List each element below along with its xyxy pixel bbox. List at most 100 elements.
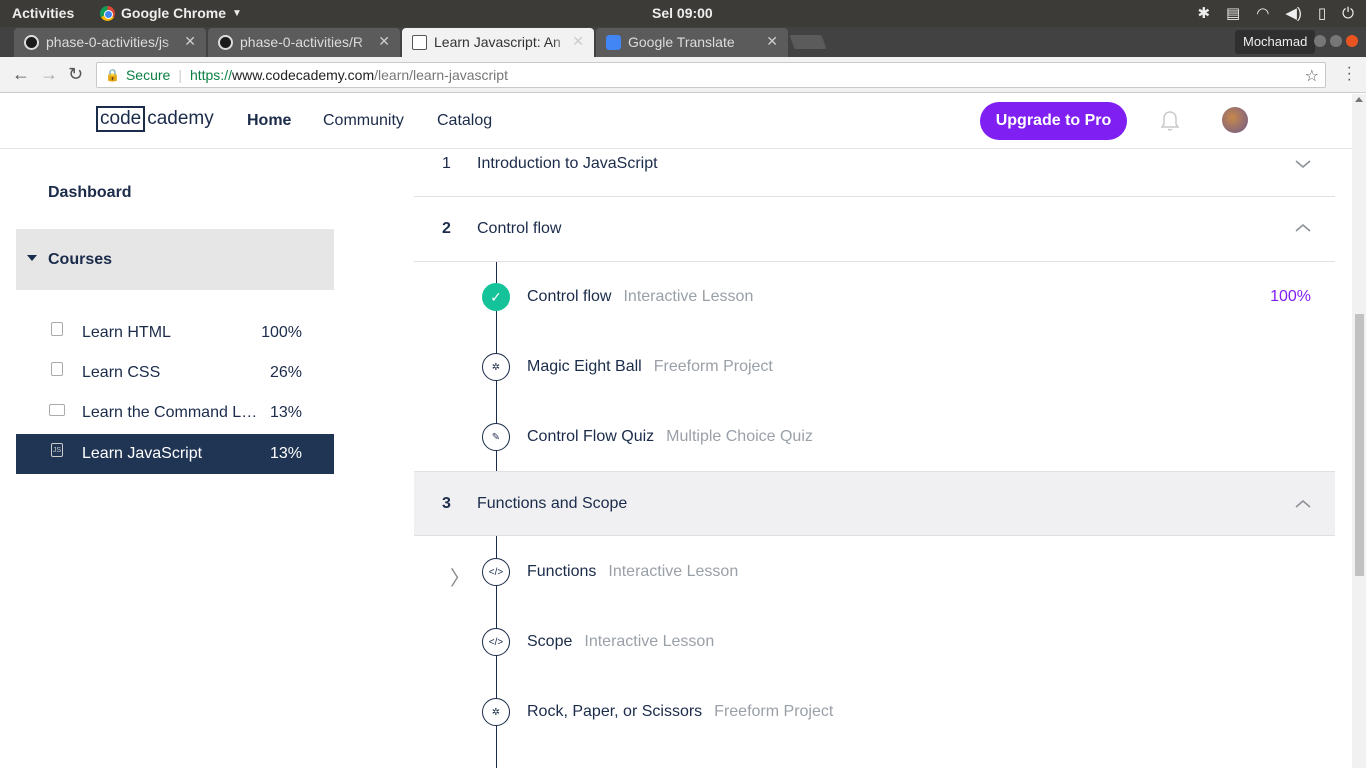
browser-tab-2[interactable]: phase-0-activities/R ✕	[208, 28, 400, 57]
url-domain: www.codecademy.com	[231, 67, 375, 83]
lesson-row[interactable]: ✲ Magic Eight Ball Freeform Project	[414, 347, 1335, 387]
lesson-row[interactable]: </> Scope Interactive Lesson	[414, 622, 1335, 662]
scroll-up-arrow-icon[interactable]	[1355, 97, 1363, 102]
quiz-icon: ✎	[482, 423, 510, 451]
js-course-icon: JS	[51, 443, 63, 457]
bookmark-star-icon[interactable]: ☆	[1305, 66, 1319, 86]
nav-home[interactable]: Home	[247, 112, 291, 130]
activities-button[interactable]: Activities	[12, 5, 74, 21]
close-icon[interactable]: ✕	[378, 33, 390, 50]
section-title: Introduction to JavaScript	[477, 155, 658, 172]
lesson-type: Interactive Lesson	[608, 563, 739, 580]
chevron-up-icon[interactable]	[1295, 499, 1311, 509]
course-progress: 13%	[269, 445, 302, 462]
chevron-up-icon[interactable]	[1295, 223, 1311, 233]
syllabus: 1 Introduction to JavaScript 2 Control f…	[414, 149, 1335, 768]
browser-tab-1[interactable]: phase-0-activities/js ✕	[14, 28, 206, 57]
lesson-title: Functions Interactive Lesson	[527, 563, 738, 581]
chrome-icon	[100, 5, 115, 21]
os-top-bar: Activities Google Chrome ▼ Sel 09:00 ✱ ▤…	[0, 0, 1366, 27]
lesson-row[interactable]: 〉 </> Functions Interactive Lesson	[414, 552, 1335, 592]
close-icon[interactable]: ✕	[184, 33, 196, 50]
codecademy-logo[interactable]: code cademy	[96, 106, 214, 132]
lesson-title: Magic Eight Ball Freeform Project	[527, 358, 773, 376]
new-tab-button[interactable]	[789, 35, 827, 49]
puzzle-icon: ✲	[482, 353, 510, 381]
clock[interactable]: Sel 09:00	[652, 5, 713, 21]
close-icon[interactable]: ✕	[572, 33, 584, 50]
lesson-name: Functions	[527, 563, 597, 580]
sidebar-dashboard-link[interactable]: Dashboard	[48, 184, 132, 202]
volume-icon[interactable]: ◀)	[1285, 4, 1302, 22]
address-bar: ← → ↻ 🔒 Secure | https://www.codecademy.…	[0, 57, 1366, 93]
google-translate-icon	[606, 35, 621, 50]
sidebar-course-html[interactable]: Learn HTML 100%	[16, 313, 334, 353]
course-progress: 100%	[261, 324, 302, 341]
battery-icon[interactable]: ▯	[1318, 4, 1326, 22]
section-number: 3	[442, 495, 451, 512]
minimize-icon[interactable]	[1314, 35, 1326, 47]
user-avatar[interactable]	[1222, 107, 1248, 133]
app-menu[interactable]: Google Chrome ▼	[100, 5, 242, 21]
section-title: Functions and Scope	[477, 495, 628, 512]
url-scheme: https://	[189, 67, 232, 83]
course-label: Learn the Command Line	[82, 404, 258, 421]
lesson-row[interactable]: ✎ Control Flow Quiz Multiple Choice Quiz	[414, 417, 1335, 457]
browser-tab-3[interactable]: Learn Javascript: An ✕	[402, 28, 594, 57]
page-scrollbar[interactable]	[1352, 94, 1366, 768]
browser-tab-4[interactable]: Google Translate ✕	[596, 28, 788, 57]
chevron-right-icon[interactable]: 〉	[450, 562, 470, 591]
nav-catalog[interactable]: Catalog	[437, 112, 492, 130]
nav-community[interactable]: Community	[323, 112, 404, 130]
course-label: Learn CSS	[82, 364, 161, 381]
url-input[interactable]: 🔒 Secure | https://www.codecademy.com/le…	[96, 62, 1326, 88]
site-header: code cademy Home Community Catalog Upgrad…	[0, 94, 1352, 149]
section-1-header[interactable]: 1 Introduction to JavaScript	[414, 149, 1335, 197]
course-label: Learn JavaScript	[82, 445, 203, 462]
profile-button[interactable]: Mochamad	[1235, 30, 1316, 54]
lesson-type: Multiple Choice Quiz	[666, 428, 813, 445]
scrollbar-thumb[interactable]	[1355, 314, 1364, 576]
css-course-icon	[51, 362, 63, 376]
browser-menu-icon[interactable]: · · ·	[1347, 60, 1352, 88]
sidebar-course-css[interactable]: Learn CSS 26%	[16, 353, 334, 393]
lesson-type: Interactive Lesson	[584, 633, 715, 650]
lesson-title: Scope Interactive Lesson	[527, 633, 714, 651]
sidebar-course-command-line[interactable]: Learn the Command Line 13%	[16, 393, 334, 433]
puzzle-icon: ✲	[482, 698, 510, 726]
power-icon[interactable]: ⏻	[1342, 5, 1354, 22]
lesson-type: Interactive Lesson	[623, 288, 754, 305]
courses-toggle[interactable]: Courses	[16, 229, 334, 290]
section-number: 2	[442, 220, 451, 237]
check-icon: ✓	[482, 283, 510, 311]
sidebar-course-javascript[interactable]: JS Learn JavaScript 13%	[16, 434, 334, 474]
code-icon: </>	[482, 628, 510, 656]
lesson-row[interactable]: ✓ Control flow Interactive Lesson 100%	[414, 277, 1335, 317]
keyboard-icon[interactable]: ▤	[1226, 4, 1240, 22]
tab-title: Google Translate	[628, 34, 735, 50]
section-title: Control flow	[477, 220, 562, 237]
maximize-icon[interactable]	[1330, 35, 1342, 47]
close-icon[interactable]: ✕	[766, 33, 778, 50]
reload-icon[interactable]: ↻	[68, 64, 83, 85]
forward-arrow-icon[interactable]: →	[40, 64, 58, 85]
course-progress: 13%	[269, 404, 302, 421]
system-tray[interactable]: ✱ ▤ ◠ ◀) ▯ ⏻	[1197, 4, 1354, 23]
triangle-down-icon	[27, 255, 37, 261]
section-number: 1	[442, 155, 451, 172]
lesson-title: Control Flow Quiz Multiple Choice Quiz	[527, 428, 813, 446]
upgrade-to-pro-button[interactable]: Upgrade to Pro	[980, 102, 1127, 140]
settings-gear-icon[interactable]: ✱	[1197, 4, 1210, 22]
window-close-icon[interactable]	[1346, 35, 1358, 47]
section-2-header[interactable]: 2 Control flow	[414, 197, 1335, 262]
notification-bell-icon[interactable]	[1160, 110, 1180, 132]
lesson-row[interactable]: ✲ Rock, Paper, or Scissors Freeform Proje…	[414, 692, 1335, 732]
back-arrow-icon[interactable]: ←	[12, 64, 30, 85]
codecademy-icon	[412, 35, 427, 50]
section-3-header[interactable]: 3 Functions and Scope	[414, 471, 1335, 536]
chevron-down-icon[interactable]	[1295, 159, 1311, 169]
lesson-type: Freeform Project	[714, 703, 834, 720]
wifi-icon[interactable]: ◠	[1256, 4, 1269, 22]
tab-title: Learn Javascript: An	[434, 34, 561, 50]
lesson-title: Rock, Paper, or Scissors Freeform Project	[527, 703, 833, 721]
